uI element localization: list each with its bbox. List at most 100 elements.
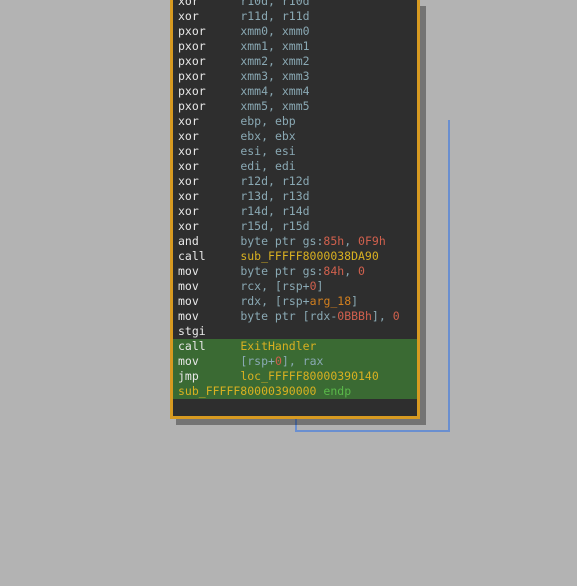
operand-token-bracket: [	[274, 279, 282, 293]
operand-token-reg: xmm2	[240, 54, 269, 68]
instruction-mnemonic: pxor	[178, 24, 241, 38]
operand-token-reg: rsp+	[247, 354, 275, 368]
instruction-line[interactable]: pxor xmm4, xmm4	[173, 84, 417, 99]
operand-token-reg: xmm5	[240, 99, 269, 113]
instruction-mnemonic: xor	[178, 114, 241, 128]
operand-token-reg: r15d	[240, 219, 269, 233]
operand-token-reg: ebx	[274, 129, 296, 143]
operand-token-punct: ,	[268, 39, 282, 53]
instruction-line[interactable]: pxor xmm1, xmm1	[173, 39, 417, 54]
instruction-line[interactable]: pxor xmm5, xmm5	[173, 99, 417, 114]
operand-token-reg: r11d	[240, 9, 269, 23]
operand-token-num: 0F9h	[358, 234, 386, 248]
operand-token-punct: ,	[268, 24, 282, 38]
instruction-line[interactable]: xor r14d, r14d	[173, 204, 417, 219]
operand-token-bracket: ]	[316, 279, 324, 293]
instruction-line[interactable]: pxor xmm3, xmm3	[173, 69, 417, 84]
operand-token-reg: xmm1	[240, 39, 269, 53]
operand-token-name[interactable]: ExitHandler	[240, 339, 316, 353]
instruction-mnemonic: pxor	[178, 84, 241, 98]
instruction-line[interactable]: sub_FFFFF80000390000 endp	[173, 384, 417, 399]
operand-token-num: 0	[274, 354, 282, 368]
operand-token-reg: ebp	[274, 114, 296, 128]
instruction-mnemonic: jmp	[178, 369, 241, 383]
instruction-mnemonic: xor	[178, 159, 241, 173]
operand-token-punct: ,	[268, 99, 282, 113]
operand-token-reg: edi	[274, 159, 296, 173]
instruction-line[interactable]: call sub_FFFFF8000038DA90	[173, 249, 417, 264]
operand-token-punct: ,	[261, 279, 275, 293]
operand-token-reg: rcx	[240, 279, 262, 293]
operand-token-reg: r12d	[281, 174, 310, 188]
operand-token-name[interactable]: sub_FFFFF8000038DA90	[240, 249, 378, 263]
operand-token-reg: xmm0	[240, 24, 269, 38]
instruction-line[interactable]: and byte ptr gs:85h, 0F9h	[173, 234, 417, 249]
instruction-mnemonic: mov	[178, 294, 241, 308]
instruction-line[interactable]: mov rcx, [rsp+0]	[173, 279, 417, 294]
operand-token-reg: xmm5	[281, 99, 310, 113]
operand-token-reg: rdx	[240, 294, 262, 308]
instruction-line[interactable]: call ExitHandler	[173, 339, 417, 354]
instruction-line[interactable]: xor esi, esi	[173, 144, 417, 159]
operand-token-kw: byte ptr gs:	[240, 264, 324, 278]
instruction-line[interactable]: stgi	[173, 324, 417, 339]
operand-token-reg: r11d	[281, 9, 310, 23]
instruction-mnemonic: mov	[178, 309, 241, 323]
disassembly-graph-view: xor r10d, r10d xor r11d, r11d pxor xmm0, x…	[0, 0, 577, 586]
operand-token-punct: ,	[344, 264, 359, 278]
instruction-mnemonic: xor	[178, 9, 241, 23]
instruction-line[interactable]: xor r10d, r10d	[173, 0, 417, 9]
instruction-line[interactable]: xor r13d, r13d	[173, 189, 417, 204]
instruction-line[interactable]: mov [rsp+0], rax	[173, 354, 417, 369]
instruction-mnemonic: xor	[178, 189, 241, 203]
instruction-line[interactable]: pxor xmm0, xmm0	[173, 24, 417, 39]
operand-token-reg: r15d	[281, 219, 310, 233]
operand-token-punct: ,	[268, 219, 282, 233]
operand-token-reg: rsp+	[281, 294, 310, 308]
instruction-line[interactable]: mov byte ptr [rdx-0BBBh], 0	[173, 309, 417, 324]
operand-token-punct: ,	[268, 204, 282, 218]
operand-token-num: 0	[358, 264, 365, 278]
operand-token-reg: xmm3	[240, 69, 269, 83]
instruction-line[interactable]: xor r11d, r11d	[173, 9, 417, 24]
instruction-mnemonic: xor	[178, 0, 241, 8]
operand-token-reg: r12d	[240, 174, 269, 188]
instruction-mnemonic: pxor	[178, 99, 241, 113]
instruction-mnemonic: stgi	[178, 324, 241, 338]
instruction-mnemonic: xor	[178, 219, 241, 233]
operand-token-punct: ,	[261, 129, 275, 143]
operand-token-num: 0BBBh	[337, 309, 372, 323]
instruction-line[interactable]: mov rdx, [rsp+arg_18]	[173, 294, 417, 309]
operand-token-reg: esi	[274, 144, 296, 158]
operand-token-punct: ,	[268, 174, 282, 188]
operand-token-arg[interactable]: arg_18	[310, 294, 352, 308]
operand-token-reg: edi	[240, 159, 262, 173]
operand-token-name[interactable]: sub_FFFFF80000390000	[178, 384, 316, 398]
operand-token-reg: xmm3	[281, 69, 310, 83]
operand-token-reg: xmm1	[281, 39, 310, 53]
operand-token-reg: rdx-	[309, 309, 338, 323]
operand-token-bracket: ]	[281, 354, 289, 368]
instruction-line[interactable]: mov byte ptr gs:84h, 0	[173, 264, 417, 279]
operand-token-name[interactable]: loc_FFFFF80000390140	[240, 369, 378, 383]
operand-token-punct: ,	[261, 159, 275, 173]
instruction-mnemonic: pxor	[178, 39, 241, 53]
operand-token-num: 85h	[323, 234, 345, 248]
instruction-list-highlighted[interactable]: call ExitHandler mov [rsp+0], rax jmp loc_…	[173, 339, 417, 399]
instruction-line[interactable]: pxor xmm2, xmm2	[173, 54, 417, 69]
instruction-line[interactable]: xor edi, edi	[173, 159, 417, 174]
instruction-mnemonic: xor	[178, 204, 241, 218]
operand-token-num: 0	[392, 309, 400, 323]
operand-token-reg: xmm2	[281, 54, 310, 68]
instruction-line[interactable]: jmp loc_FFFFF80000390140	[173, 369, 417, 384]
instruction-line[interactable]: xor r15d, r15d	[173, 219, 417, 234]
instruction-line[interactable]: xor ebx, ebx	[173, 129, 417, 144]
operand-token-reg: ebp	[240, 114, 262, 128]
disassembly-node[interactable]: xor r10d, r10d xor r11d, r11d pxor xmm0, x…	[170, 0, 420, 419]
instruction-line[interactable]: xor r12d, r12d	[173, 174, 417, 189]
operand-token-punct: ,	[268, 69, 282, 83]
operand-token-punct: ,	[268, 0, 282, 8]
operand-token-bracket: [	[274, 294, 282, 308]
instruction-line[interactable]: xor ebp, ebp	[173, 114, 417, 129]
instruction-list-normal[interactable]: xor r10d, r10d xor r11d, r11d pxor xmm0, x…	[173, 0, 417, 339]
